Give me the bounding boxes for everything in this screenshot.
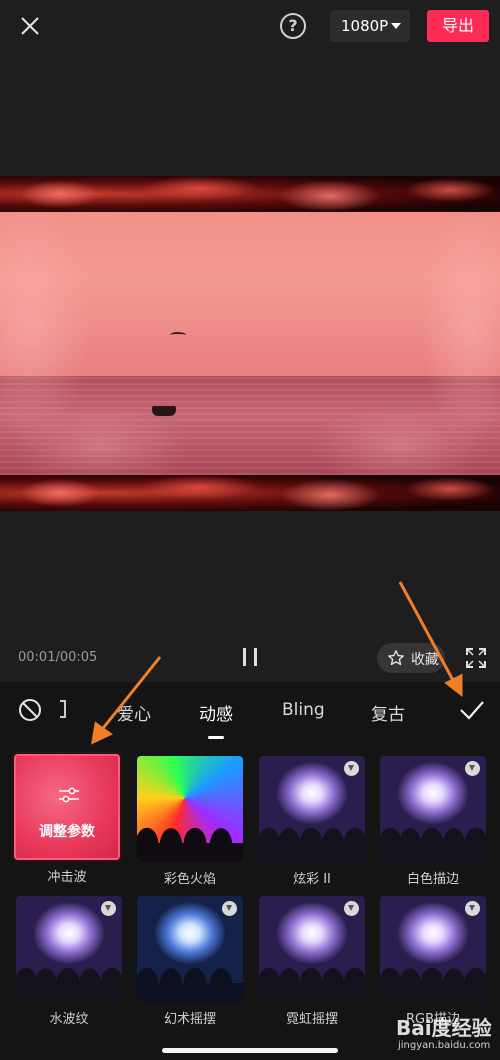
effect-thumbnail[interactable] bbox=[16, 896, 122, 1002]
no-effect-icon[interactable] bbox=[18, 698, 42, 722]
checkmark-icon[interactable] bbox=[458, 697, 486, 723]
fullscreen-icon[interactable] bbox=[466, 648, 486, 668]
close-icon[interactable] bbox=[18, 14, 42, 38]
effect-name: 水波纹 bbox=[49, 1012, 89, 1027]
pause-button[interactable] bbox=[240, 648, 260, 666]
resolution-label: 1080P bbox=[341, 17, 389, 35]
export-button[interactable]: 导出 bbox=[427, 10, 489, 42]
effect-name: 炫彩 II bbox=[293, 872, 331, 887]
pause-bar-left bbox=[243, 648, 246, 666]
watermark-logo-text: Bai度经验 bbox=[396, 1016, 492, 1040]
watermark-url: jingyan.baidu.com bbox=[398, 1040, 491, 1051]
favorite-label: 收藏 bbox=[411, 652, 439, 668]
download-icon[interactable] bbox=[101, 901, 116, 916]
download-icon[interactable] bbox=[344, 761, 359, 776]
help-button[interactable]: ? bbox=[280, 13, 306, 39]
tab-love[interactable]: 爱心 bbox=[117, 700, 151, 725]
baidu-watermark: Bai度经验 jingyan.baidu.com bbox=[396, 1012, 496, 1056]
chevron-down-icon bbox=[391, 23, 401, 29]
video-preview[interactable] bbox=[0, 176, 500, 511]
download-icon[interactable] bbox=[344, 901, 359, 916]
tab-bling[interactable]: Bling bbox=[282, 700, 325, 720]
effect-name: 幻术摇摆 bbox=[163, 1012, 216, 1027]
tab-retro[interactable]: 复古 bbox=[371, 700, 405, 725]
playback-time: 00:01/00:05 bbox=[18, 650, 98, 665]
favorite-button[interactable]: 收藏 bbox=[377, 643, 445, 673]
effect-name: 白色描边 bbox=[406, 872, 459, 887]
active-tab-indicator bbox=[208, 736, 224, 739]
resolution-dropdown[interactable]: 1080P bbox=[330, 10, 410, 42]
fire-effect-bottom-band bbox=[0, 475, 500, 511]
bird bbox=[170, 332, 186, 338]
sliders-icon bbox=[59, 787, 79, 803]
pause-bar-right bbox=[254, 648, 257, 666]
effect-thumbnail[interactable] bbox=[137, 756, 243, 862]
effect-name: 冲击波 bbox=[47, 870, 87, 885]
effect-name: 彩色火焰 bbox=[163, 872, 216, 887]
effect-thumbnail[interactable] bbox=[259, 896, 365, 1002]
effect-category-tabs: 爱心 动感 Bling 复古 bbox=[0, 682, 500, 740]
tab-partial-offscreen[interactable] bbox=[60, 700, 66, 718]
shockwave-smoke-overlay bbox=[0, 176, 500, 511]
effect-thumbnail-selected[interactable]: 调整参数 bbox=[14, 754, 120, 860]
boat bbox=[152, 406, 176, 416]
download-icon[interactable] bbox=[465, 901, 480, 916]
effect-thumbnail[interactable] bbox=[380, 756, 486, 862]
home-indicator[interactable] bbox=[162, 1048, 338, 1053]
effect-thumbnail[interactable] bbox=[137, 896, 243, 1002]
effect-name: 霓虹摇摆 bbox=[285, 1012, 338, 1027]
adjust-parameters-label[interactable]: 调整参数 bbox=[16, 821, 118, 841]
tab-dynamic[interactable]: 动感 bbox=[199, 700, 233, 725]
top-bar: ? 1080P 导出 bbox=[0, 0, 500, 52]
effect-thumbnail[interactable] bbox=[259, 756, 365, 862]
effect-thumbnail[interactable] bbox=[380, 896, 486, 1002]
download-icon[interactable] bbox=[465, 761, 480, 776]
star-icon bbox=[388, 650, 404, 666]
download-icon[interactable] bbox=[222, 901, 237, 916]
